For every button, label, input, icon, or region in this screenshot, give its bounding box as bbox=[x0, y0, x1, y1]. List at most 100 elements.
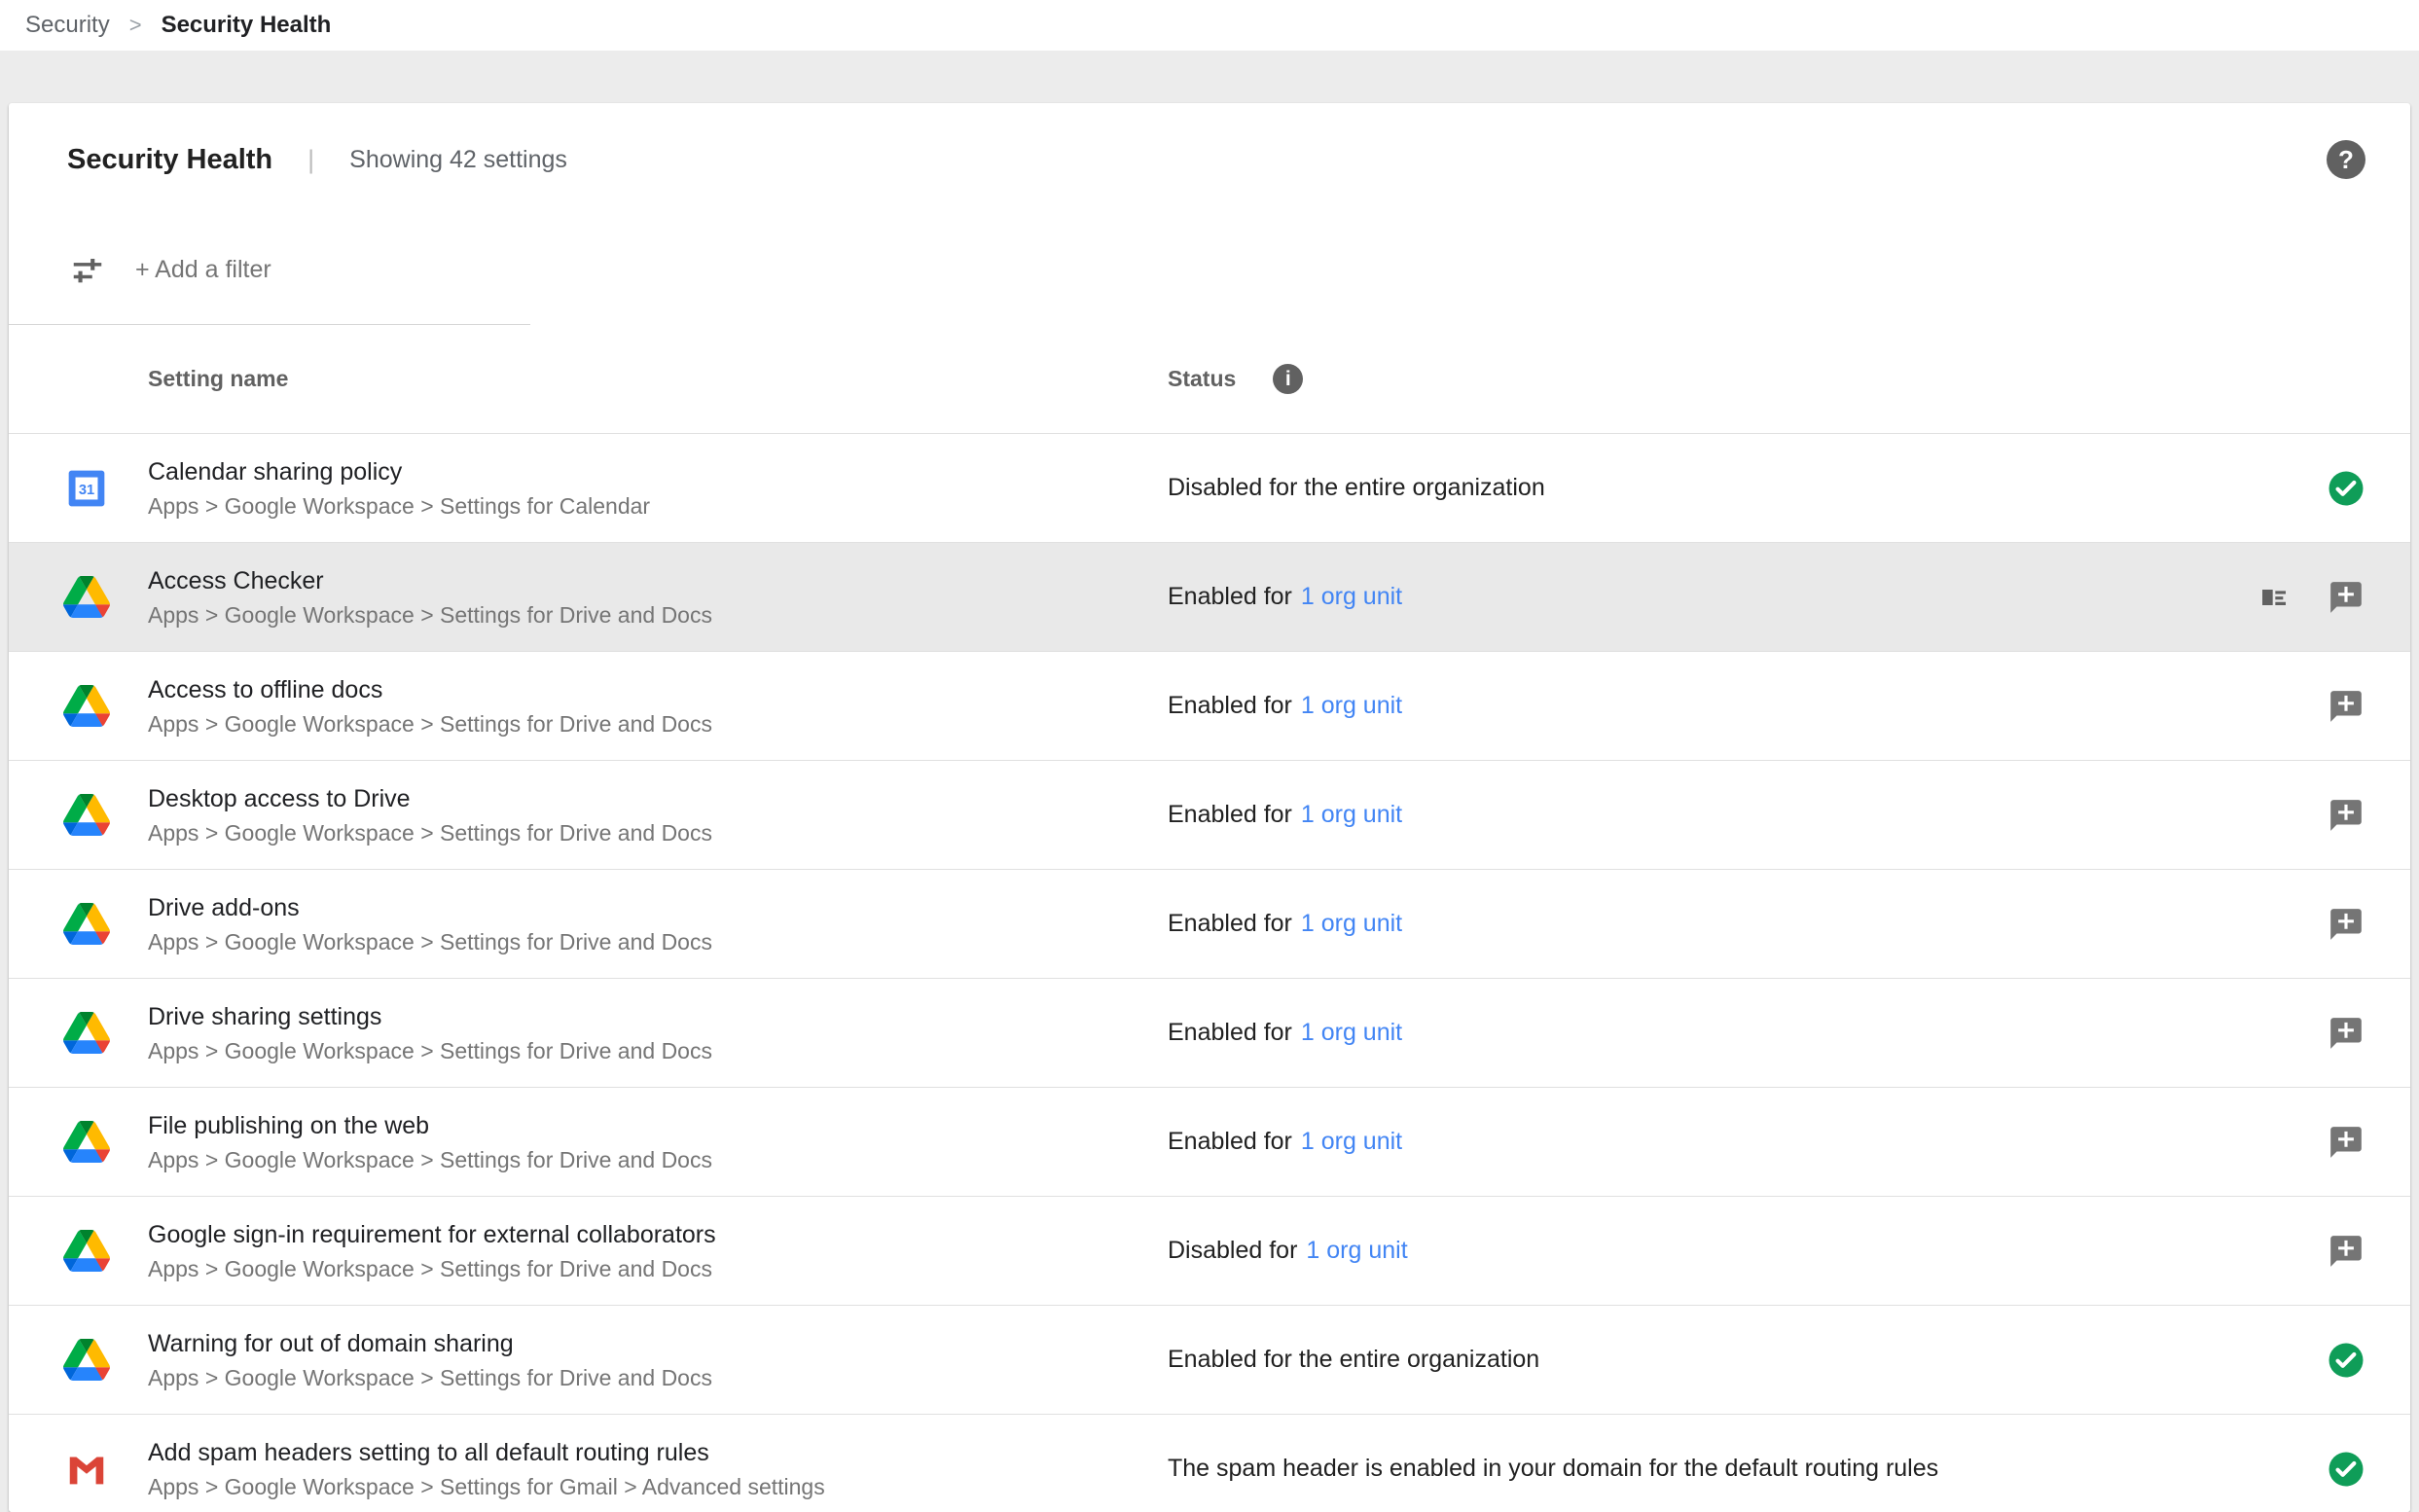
org-unit-link[interactable]: 1 org unit bbox=[1301, 910, 1402, 938]
details-icon[interactable] bbox=[2258, 582, 2290, 613]
table-row[interactable]: Warning for out of domain sharing Apps >… bbox=[9, 1306, 2410, 1415]
setting-name: Warning for out of domain sharing bbox=[148, 1329, 1168, 1358]
extra-icon-slot bbox=[2258, 473, 2290, 504]
column-status: Status i bbox=[1168, 364, 1303, 394]
card-header: Security Health | Showing 42 settings ? bbox=[9, 103, 2410, 216]
status-cell: Enabled for the entire organization bbox=[1168, 1346, 2258, 1374]
drive-icon bbox=[63, 1119, 110, 1166]
setting-cell: Drive sharing settings Apps > Google Wor… bbox=[148, 1002, 1168, 1064]
setting-path: Apps > Google Workspace > Settings for D… bbox=[148, 1147, 1168, 1173]
setting-cell: Google sign-in requirement for external … bbox=[148, 1220, 1168, 1282]
setting-path: Apps > Google Workspace > Settings for D… bbox=[148, 1038, 1168, 1064]
setting-path: Apps > Google Workspace > Settings for D… bbox=[148, 602, 1168, 629]
setting-cell: Drive add-ons Apps > Google Workspace > … bbox=[148, 893, 1168, 955]
org-unit-link[interactable]: 1 org unit bbox=[1301, 801, 1402, 829]
status-cell: Disabled for 1 org unit bbox=[1168, 1237, 2258, 1265]
extra-icon-slot bbox=[2258, 1018, 2290, 1049]
drive-icon bbox=[63, 574, 110, 621]
status-cell: Disabled for the entire organization bbox=[1168, 474, 2258, 502]
drive-icon bbox=[63, 1010, 110, 1057]
status-ok-badge bbox=[2327, 469, 2365, 508]
extra-icon-slot bbox=[2258, 800, 2290, 831]
setting-name: File publishing on the web bbox=[148, 1111, 1168, 1140]
drive-icon bbox=[63, 792, 110, 839]
page-title: Security Health bbox=[67, 144, 272, 176]
status-cell: The spam header is enabled in your domai… bbox=[1168, 1455, 2258, 1483]
add-filter-button[interactable]: + Add a filter bbox=[135, 256, 271, 284]
gmail-icon bbox=[63, 1446, 110, 1493]
table-row[interactable]: File publishing on the web Apps > Google… bbox=[9, 1088, 2410, 1197]
recommendation-flag-badge[interactable] bbox=[2327, 1232, 2365, 1271]
setting-path: Apps > Google Workspace > Settings for G… bbox=[148, 1474, 1168, 1500]
setting-path: Apps > Google Workspace > Settings for D… bbox=[148, 1365, 1168, 1391]
filter-icon bbox=[69, 252, 106, 289]
status-text: Enabled for bbox=[1168, 910, 1292, 938]
org-unit-link[interactable]: 1 org unit bbox=[1301, 1128, 1402, 1156]
status-text: Enabled for bbox=[1168, 1019, 1292, 1047]
status-ok-badge bbox=[2327, 1341, 2365, 1380]
setting-path: Apps > Google Workspace > Settings for D… bbox=[148, 1256, 1168, 1282]
breadcrumb-current: Security Health bbox=[162, 12, 332, 39]
status-info-icon[interactable]: i bbox=[1273, 364, 1303, 394]
drive-icon bbox=[63, 1228, 110, 1275]
recommendation-flag-badge[interactable] bbox=[2327, 1123, 2365, 1162]
recommendation-flag-badge[interactable] bbox=[2327, 796, 2365, 835]
setting-path: Apps > Google Workspace > Settings for D… bbox=[148, 820, 1168, 846]
org-unit-link[interactable]: 1 org unit bbox=[1301, 1019, 1402, 1047]
table-row[interactable]: Drive add-ons Apps > Google Workspace > … bbox=[9, 870, 2410, 979]
table-row[interactable]: Add spam headers setting to all default … bbox=[9, 1415, 2410, 1512]
extra-icon-slot bbox=[2258, 691, 2290, 722]
calendar-icon: 31 bbox=[63, 465, 110, 512]
table-header: Setting name Status i bbox=[9, 325, 2410, 434]
org-unit-link[interactable]: 1 org unit bbox=[1306, 1237, 1407, 1265]
setting-path: Apps > Google Workspace > Settings for C… bbox=[148, 493, 1168, 520]
extra-icon-slot bbox=[2258, 1345, 2290, 1376]
table-row[interactable]: Desktop access to Drive Apps > Google Wo… bbox=[9, 761, 2410, 870]
status-cell: Enabled for 1 org unit bbox=[1168, 1019, 2258, 1047]
extra-icon-slot bbox=[2258, 1127, 2290, 1158]
status-text: Enabled for the entire organization bbox=[1168, 1346, 1539, 1374]
table-row[interactable]: 31 Calendar sharing policy Apps > Google… bbox=[9, 434, 2410, 543]
setting-name: Access Checker bbox=[148, 566, 1168, 595]
setting-cell: Desktop access to Drive Apps > Google Wo… bbox=[148, 784, 1168, 846]
status-text: Enabled for bbox=[1168, 692, 1292, 720]
setting-name: Access to offline docs bbox=[148, 675, 1168, 704]
recommendation-flag-badge[interactable] bbox=[2327, 578, 2365, 617]
recommendation-flag-badge[interactable] bbox=[2327, 1014, 2365, 1053]
status-cell: Enabled for 1 org unit bbox=[1168, 801, 2258, 829]
setting-name: Drive sharing settings bbox=[148, 1002, 1168, 1031]
setting-name: Drive add-ons bbox=[148, 893, 1168, 922]
table-row[interactable]: Google sign-in requirement for external … bbox=[9, 1197, 2410, 1306]
setting-name: Desktop access to Drive bbox=[148, 784, 1168, 813]
recommendation-flag-badge[interactable] bbox=[2327, 687, 2365, 726]
status-text: Enabled for bbox=[1168, 801, 1292, 829]
status-text: Enabled for bbox=[1168, 1128, 1292, 1156]
extra-icon-slot bbox=[2258, 1236, 2290, 1267]
setting-cell: Add spam headers setting to all default … bbox=[148, 1438, 1168, 1500]
status-cell: Enabled for 1 org unit bbox=[1168, 1128, 2258, 1156]
column-setting-name: Setting name bbox=[148, 366, 1168, 392]
status-ok-badge bbox=[2327, 1450, 2365, 1489]
column-status-label: Status bbox=[1168, 366, 1236, 392]
table-row[interactable]: Access to offline docs Apps > Google Wor… bbox=[9, 652, 2410, 761]
setting-cell: Access to offline docs Apps > Google Wor… bbox=[148, 675, 1168, 738]
setting-cell: File publishing on the web Apps > Google… bbox=[148, 1111, 1168, 1173]
org-unit-link[interactable]: 1 org unit bbox=[1301, 692, 1402, 720]
drive-icon bbox=[63, 901, 110, 948]
table-row[interactable]: Access Checker Apps > Google Workspace >… bbox=[9, 543, 2410, 652]
help-icon[interactable]: ? bbox=[2327, 140, 2365, 179]
settings-list: 31 Calendar sharing policy Apps > Google… bbox=[9, 434, 2410, 1512]
setting-path: Apps > Google Workspace > Settings for D… bbox=[148, 711, 1168, 738]
breadcrumb-security-link[interactable]: Security bbox=[25, 12, 110, 39]
security-health-card: Security Health | Showing 42 settings ? … bbox=[9, 103, 2410, 1512]
status-cell: Enabled for 1 org unit bbox=[1168, 910, 2258, 938]
recommendation-flag-badge[interactable] bbox=[2327, 905, 2365, 944]
status-cell: Enabled for 1 org unit bbox=[1168, 692, 2258, 720]
setting-name: Add spam headers setting to all default … bbox=[148, 1438, 1168, 1467]
setting-name: Calendar sharing policy bbox=[148, 457, 1168, 486]
setting-name: Google sign-in requirement for external … bbox=[148, 1220, 1168, 1249]
drive-icon bbox=[63, 683, 110, 730]
table-row[interactable]: Drive sharing settings Apps > Google Wor… bbox=[9, 979, 2410, 1088]
org-unit-link[interactable]: 1 org unit bbox=[1301, 583, 1402, 611]
status-text: The spam header is enabled in your domai… bbox=[1168, 1455, 1938, 1483]
